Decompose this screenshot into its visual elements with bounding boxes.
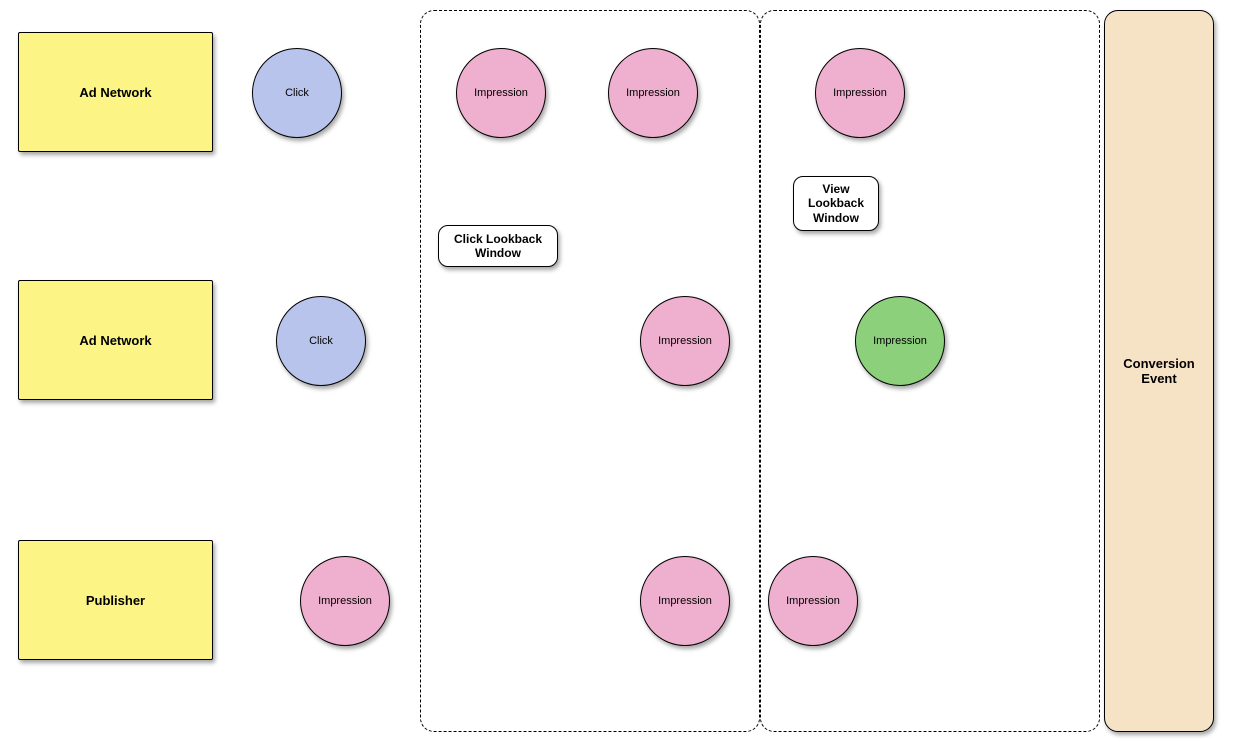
impression-event: Impression	[640, 556, 730, 646]
click-event: Click	[252, 48, 342, 138]
impression-event: Impression	[456, 48, 546, 138]
event-label: Impression	[658, 335, 712, 347]
callout-label: View Lookback Window	[800, 182, 872, 225]
impression-event: Impression	[640, 296, 730, 386]
source-label: Ad Network	[79, 333, 151, 348]
event-label: Impression	[833, 87, 887, 99]
impression-event: Impression	[815, 48, 905, 138]
event-label: Click	[309, 335, 333, 347]
view-lookback-callout: View Lookback Window	[793, 176, 879, 231]
source-box-ad-network-2: Ad Network	[18, 280, 213, 400]
impression-event: Impression	[300, 556, 390, 646]
winning-impression-event: Impression	[855, 296, 945, 386]
event-label: Impression	[626, 87, 680, 99]
click-lookback-callout: Click Lookback Window	[438, 225, 558, 267]
impression-event: Impression	[768, 556, 858, 646]
source-box-publisher: Publisher	[18, 540, 213, 660]
source-box-ad-network-1: Ad Network	[18, 32, 213, 152]
callout-label: Click Lookback Window	[445, 232, 551, 261]
conversion-event-box: Conversion Event	[1104, 10, 1214, 732]
event-label: Impression	[786, 595, 840, 607]
click-event: Click	[276, 296, 366, 386]
attribution-diagram: Ad Network Ad Network Publisher Click Cl…	[0, 0, 1234, 742]
event-label: Impression	[873, 335, 927, 347]
event-label: Impression	[658, 595, 712, 607]
event-label: Impression	[474, 87, 528, 99]
source-label: Publisher	[86, 593, 145, 608]
event-label: Click	[285, 87, 309, 99]
source-label: Ad Network	[79, 85, 151, 100]
impression-event: Impression	[608, 48, 698, 138]
event-label: Impression	[318, 595, 372, 607]
conversion-label: Conversion Event	[1109, 356, 1209, 386]
